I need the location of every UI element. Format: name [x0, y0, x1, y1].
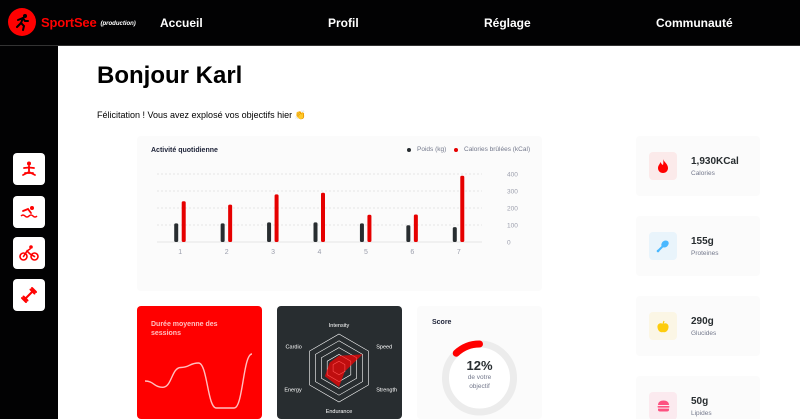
performance-card: Intensity Speed Strength Endurance Energy Car…	[277, 306, 402, 419]
runner-logo-icon	[8, 8, 36, 36]
proteins-label: Proteines	[691, 250, 719, 257]
nav-reglage[interactable]: Réglage	[484, 16, 531, 30]
x-tick-label: 1	[178, 249, 182, 256]
swimming-icon	[20, 206, 38, 218]
sidebar-swimming-button[interactable]	[13, 196, 45, 228]
key-data-lipids: 50g Lipides	[636, 376, 760, 419]
radar-axis-label: Energy	[284, 388, 302, 394]
sessions-line	[144, 353, 253, 409]
key-data-carbs: 290g Glucides	[636, 296, 760, 356]
carbs-label: Glucides	[691, 330, 717, 337]
activity-chart: 0 100 200 300 400 1 2 3 4 5 6 7	[157, 172, 518, 256]
user-name: Karl	[195, 62, 243, 89]
score-value: 12%	[466, 358, 493, 373]
average-sessions-chart	[144, 353, 253, 409]
bar-calories	[367, 214, 372, 242]
bar-weight	[174, 223, 179, 242]
bar-weight	[359, 223, 364, 242]
carbs-value: 290g	[691, 316, 714, 327]
y-tick-label: 100	[507, 223, 518, 230]
y-tick-label: 0	[507, 240, 511, 247]
bar-weight	[406, 225, 411, 242]
bar-calories	[460, 175, 465, 242]
bar-calories	[181, 201, 186, 242]
app-root: SportSee (production) Accueil Profil Rég…	[0, 0, 800, 419]
x-tick-label: 6	[410, 249, 414, 256]
radar-axis-label: Intensity	[329, 323, 350, 329]
radar-axis-label: Strength	[376, 388, 397, 394]
chicken-icon	[649, 232, 677, 260]
yoga-icon	[22, 161, 36, 176]
average-sessions-card: Durée moyenne des sessions	[137, 306, 262, 419]
key-data-calories: 1,930KCal Calories	[636, 136, 760, 196]
score-label-line2: objectif	[469, 383, 490, 391]
brand-name: SportSee	[41, 14, 97, 30]
greeting-prefix: Bonjour	[97, 62, 189, 89]
y-tick-label: 300	[507, 189, 518, 196]
score-card: Score 12% de votre objectif	[417, 306, 542, 419]
nav-communaute[interactable]: Communauté	[656, 16, 733, 30]
logo[interactable]: SportSee (production)	[8, 8, 136, 36]
bar-calories	[413, 214, 418, 242]
cycling-icon	[19, 245, 39, 261]
proteins-value: 155g	[691, 236, 714, 247]
bar-weight	[267, 222, 272, 242]
lipids-value: 50g	[691, 396, 709, 407]
nav-accueil[interactable]: Accueil	[160, 16, 203, 30]
bar-calories	[228, 204, 233, 242]
page-title: Bonjour Karl	[97, 62, 242, 90]
calories-label: Calories	[691, 170, 715, 177]
calories-value: 1,930KCal	[691, 156, 739, 167]
x-tick-label: 5	[364, 249, 368, 256]
radar-axis-label: Speed	[376, 345, 392, 351]
y-tick-label: 400	[507, 172, 518, 179]
apple-icon	[649, 312, 677, 340]
lipids-label: Lipides	[691, 410, 712, 417]
bar-calories	[321, 192, 325, 242]
x-tick-label: 7	[457, 249, 461, 256]
sidebar-dumbbell-button[interactable]	[13, 279, 45, 311]
top-navigation: SportSee (production) Accueil Profil Rég…	[0, 0, 800, 46]
bar-weight	[452, 227, 457, 242]
sidebar	[0, 46, 58, 419]
dumbbell-icon	[21, 287, 37, 303]
fire-icon	[649, 152, 677, 180]
performance-radar-chart: Intensity Speed Strength Endurance Energy Car…	[284, 323, 397, 415]
bar-weight	[313, 222, 318, 242]
x-tick-label: 3	[271, 249, 275, 256]
congrats-message: Félicitation ! Vous avez explosé vos obj…	[97, 110, 306, 120]
sidebar-cycling-button[interactable]	[13, 237, 45, 269]
bar-weight	[220, 223, 225, 242]
activity-chart-card: Activité quotidienne Poids (kg) Calories…	[137, 136, 542, 291]
x-tick-label: 4	[318, 249, 322, 256]
burger-icon	[649, 392, 677, 419]
score-center: 12% de votre objectif	[417, 358, 542, 391]
radar-axis-label: Endurance	[326, 409, 353, 415]
y-tick-label: 200	[507, 206, 518, 213]
key-data-proteins: 155g Proteines	[636, 216, 760, 276]
radar-axis-label: Cardio	[286, 345, 302, 351]
x-tick-label: 2	[225, 249, 229, 256]
nav-profil[interactable]: Profil	[328, 16, 359, 30]
score-label-line1: de votre	[467, 374, 492, 381]
brand-tag: (production)	[100, 20, 136, 27]
sidebar-yoga-button[interactable]	[13, 153, 45, 185]
bar-calories	[274, 194, 279, 242]
